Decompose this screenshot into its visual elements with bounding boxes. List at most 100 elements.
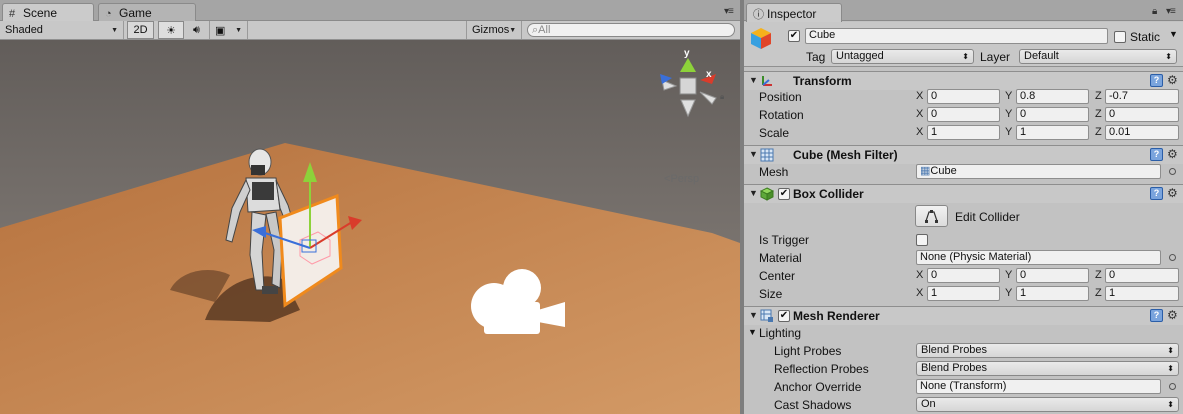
center-y-label: Y bbox=[1005, 269, 1013, 281]
gear-icon[interactable]: ⚙ bbox=[1167, 186, 1178, 200]
rot-y-label: Y bbox=[1005, 108, 1013, 120]
mesh-renderer-enabled-checkbox[interactable]: ✔ bbox=[778, 310, 790, 322]
scene-toolbar: Shaded ▼ 2D ☀ 🔊︎ ▣ ▼ Gizmos ▼ ⌕All bbox=[0, 21, 740, 40]
material-field[interactable]: None (Physic Material) bbox=[916, 250, 1161, 265]
gear-icon[interactable]: ⚙ bbox=[1167, 147, 1178, 161]
object-picker-icon[interactable] bbox=[1169, 254, 1176, 261]
size-y-field[interactable]: 1 bbox=[1016, 286, 1089, 301]
static-checkbox[interactable] bbox=[1114, 31, 1126, 43]
box-collider-header[interactable]: ▼ ✔ Box Collider ? ⚙ bbox=[744, 184, 1183, 203]
foldout-arrow-icon[interactable]: ▼ bbox=[749, 310, 758, 320]
layer-dropdown[interactable]: Default ⬍ bbox=[1019, 49, 1177, 64]
anchor-override-field[interactable]: None (Transform) bbox=[916, 379, 1161, 394]
size-y-label: Y bbox=[1005, 287, 1013, 299]
center-z-field[interactable]: 0 bbox=[1105, 268, 1179, 283]
mesh-renderer-header[interactable]: ▼ ✔ Mesh Renderer ? ⚙ bbox=[744, 306, 1183, 325]
object-active-checkbox[interactable]: ✔ bbox=[788, 30, 800, 42]
is-trigger-checkbox[interactable] bbox=[916, 234, 928, 246]
effects-dropdown[interactable]: ▣ ▼ bbox=[210, 21, 248, 39]
help-icon[interactable]: ? bbox=[1150, 148, 1163, 161]
rot-z-label: Z bbox=[1095, 108, 1102, 120]
reflection-probes-dropdown[interactable]: Blend Probes ⬍ bbox=[916, 361, 1179, 376]
inspector-menu-icon[interactable]: ▾≡ bbox=[1166, 6, 1176, 17]
center-y-field[interactable]: 0 bbox=[1016, 268, 1089, 283]
mesh-object-field[interactable]: ▦Cube bbox=[916, 164, 1161, 179]
edit-collider-button[interactable] bbox=[915, 205, 948, 227]
tab-inspector[interactable]: ⓘ Inspector bbox=[746, 3, 842, 22]
rotation-y-field[interactable]: 0 bbox=[1016, 107, 1089, 122]
cast-shadows-dropdown[interactable]: On ⬍ bbox=[916, 397, 1179, 412]
lock-icon[interactable]: 🔒︎ bbox=[720, 92, 728, 101]
pacman-icon: ◔ bbox=[105, 8, 112, 20]
position-x-field[interactable]: 0 bbox=[927, 89, 1000, 104]
foldout-arrow-icon[interactable]: ▼ bbox=[749, 188, 758, 198]
rot-x-label: X bbox=[916, 108, 924, 120]
lighting-label[interactable]: Lighting bbox=[759, 326, 801, 340]
scene-render: y x bbox=[0, 40, 740, 414]
transform-header[interactable]: ▼ Transform ? ⚙ bbox=[744, 71, 1183, 90]
foldout-arrow-icon[interactable]: ▼ bbox=[749, 149, 758, 159]
rotation-z-field[interactable]: 0 bbox=[1105, 107, 1179, 122]
light-probes-dropdown[interactable]: Blend Probes ⬍ bbox=[916, 343, 1179, 358]
sun-icon: ☀ bbox=[166, 24, 176, 37]
tab-game[interactable]: ◔ Game bbox=[98, 3, 196, 21]
updown-arrow-icon: ⬍ bbox=[962, 52, 969, 61]
mesh-filter-icon bbox=[760, 148, 774, 162]
tag-dropdown[interactable]: Untagged ⬍ bbox=[831, 49, 974, 64]
projection-label: Persp bbox=[670, 173, 700, 185]
scale-z-field[interactable]: 0.01 bbox=[1105, 125, 1179, 140]
scale-x-field[interactable]: 1 bbox=[927, 125, 1000, 140]
inspector-panel: ⓘ Inspector 🔒︎ ▾≡ ✔ Cube Static ▼ Tag Unt… bbox=[744, 0, 1183, 414]
reflection-probes-value: Blend Probes bbox=[921, 362, 988, 374]
foldout-arrow-icon[interactable]: ▼ bbox=[749, 75, 758, 85]
position-z-field[interactable]: -0.7 bbox=[1105, 89, 1179, 104]
help-icon[interactable]: ? bbox=[1150, 74, 1163, 87]
object-picker-icon[interactable] bbox=[1169, 168, 1176, 175]
anchor-override-label: Anchor Override bbox=[774, 380, 862, 394]
center-x-field[interactable]: 0 bbox=[927, 268, 1000, 283]
scene-search-input[interactable]: ⌕All bbox=[527, 23, 735, 37]
projection-toggle[interactable]: <Persp bbox=[664, 173, 699, 185]
pos-z-label: Z bbox=[1095, 90, 1102, 102]
mesh-filter-header[interactable]: ▼ Cube (Mesh Filter) ? ⚙ bbox=[744, 145, 1183, 164]
hash-icon: # bbox=[9, 8, 16, 20]
static-dropdown-arrow-icon[interactable]: ▼ bbox=[1169, 29, 1178, 39]
mesh-value: Cube bbox=[930, 165, 957, 177]
help-icon[interactable]: ? bbox=[1150, 187, 1163, 200]
box-collider-icon bbox=[760, 187, 774, 201]
scale-label: Scale bbox=[759, 126, 790, 140]
rotation-label: Rotation bbox=[759, 108, 804, 122]
object-picker-icon[interactable] bbox=[1169, 383, 1176, 390]
scale-y-field[interactable]: 1 bbox=[1016, 125, 1089, 140]
panel-menu-icon[interactable]: ▾≡ bbox=[724, 6, 734, 17]
audio-toggle[interactable]: 🔊︎ bbox=[184, 21, 210, 39]
size-z-field[interactable]: 1 bbox=[1105, 286, 1179, 301]
size-x-field[interactable]: 1 bbox=[927, 286, 1000, 301]
mode-2d-label: 2D bbox=[133, 24, 148, 36]
inspector-lock-icon[interactable]: 🔒︎ bbox=[1152, 6, 1157, 17]
lighting-toggle[interactable]: ☀ bbox=[158, 21, 184, 39]
center-x-label: X bbox=[916, 269, 924, 281]
info-icon: ⓘ bbox=[753, 9, 764, 21]
updown-arrow-icon: ⬍ bbox=[1167, 346, 1174, 355]
box-collider-enabled-checkbox[interactable]: ✔ bbox=[778, 188, 790, 200]
updown-arrow-icon: ⬍ bbox=[1167, 364, 1174, 373]
tab-scene-label: Scene bbox=[23, 6, 58, 20]
mesh-label: Mesh bbox=[759, 165, 789, 179]
center-z-label: Z bbox=[1095, 269, 1102, 281]
gizmos-dropdown[interactable]: Gizmos ▼ bbox=[466, 21, 522, 39]
tab-scene[interactable]: # Scene bbox=[2, 3, 94, 22]
size-label: Size bbox=[759, 287, 783, 301]
shading-mode-dropdown[interactable]: Shaded ▼ bbox=[0, 21, 124, 39]
gizmo-y-label: y bbox=[684, 48, 690, 59]
lighting-foldout-icon[interactable]: ▼ bbox=[748, 327, 757, 337]
mode-2d-button[interactable]: 2D bbox=[127, 21, 154, 39]
gear-icon[interactable]: ⚙ bbox=[1167, 308, 1178, 322]
gameobject-cube-icon bbox=[751, 28, 771, 49]
gear-icon[interactable]: ⚙ bbox=[1167, 73, 1178, 87]
position-y-field[interactable]: 0.8 bbox=[1016, 89, 1089, 104]
object-name-field[interactable]: Cube bbox=[805, 28, 1108, 44]
scene-viewport[interactable]: y x <Persp 🔒︎ bbox=[0, 40, 740, 414]
help-icon[interactable]: ? bbox=[1150, 309, 1163, 322]
rotation-x-field[interactable]: 0 bbox=[927, 107, 1000, 122]
